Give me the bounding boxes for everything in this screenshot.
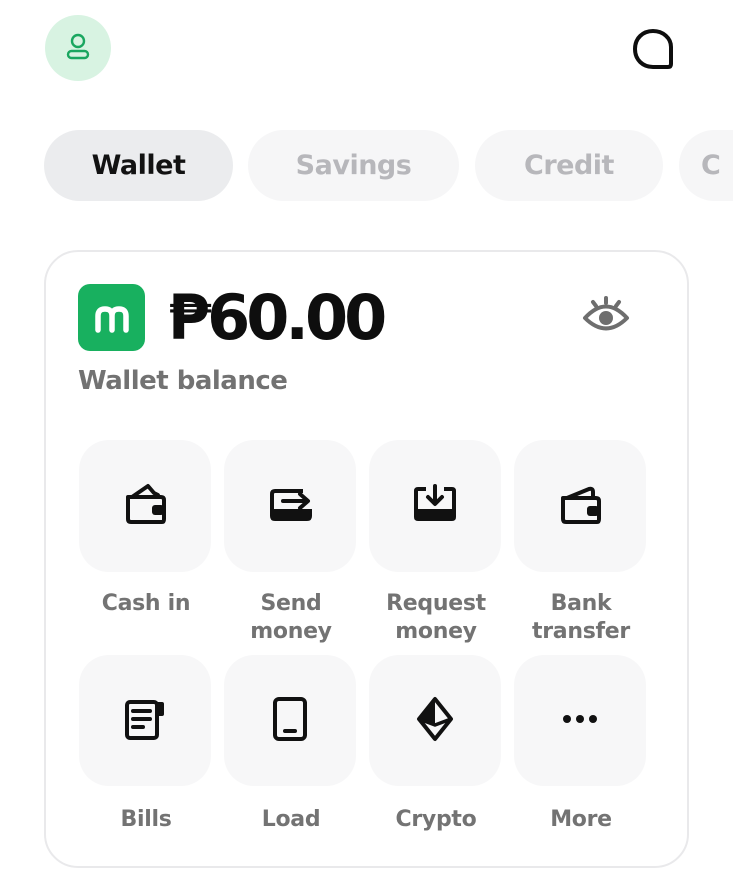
- action-tile: [514, 655, 646, 786]
- wallet-screen: Wallet Savings Credit C ₱60.00 Wallet ba: [0, 0, 733, 882]
- more-button[interactable]: More: [514, 655, 648, 834]
- user-icon: [63, 31, 93, 65]
- chat-button[interactable]: [626, 26, 680, 76]
- send-money-icon: [267, 481, 313, 531]
- load-button[interactable]: Load: [224, 655, 358, 834]
- action-label: More: [550, 807, 612, 832]
- action-label: Send money: [250, 591, 332, 644]
- chat-bubble-icon: [631, 27, 675, 75]
- action-tile: [79, 440, 211, 572]
- action-label: Load: [261, 807, 321, 832]
- wallet-balance-amount: ₱60.00: [168, 281, 387, 354]
- tab-credit[interactable]: Credit: [475, 130, 663, 201]
- mobile-load-icon: [267, 696, 313, 746]
- wallet-cash-in-icon: [122, 481, 168, 531]
- tab-partially-hidden[interactable]: C: [679, 130, 733, 201]
- maya-logo-mark: [94, 305, 129, 333]
- account-tabs: Wallet Savings Credit C: [0, 130, 733, 202]
- action-label: Cash in: [101, 591, 191, 616]
- toggle-balance-visibility-button[interactable]: [580, 294, 632, 342]
- bank-transfer-button[interactable]: Bank transfer: [514, 440, 648, 646]
- eye-icon: [581, 295, 631, 341]
- bank-transfer-icon: [557, 481, 603, 531]
- bills-button[interactable]: Bills: [79, 655, 213, 834]
- action-label: Bank transfer: [532, 591, 630, 644]
- crypto-icon: [412, 696, 458, 746]
- crypto-button[interactable]: Crypto: [369, 655, 503, 834]
- action-tile: [369, 440, 501, 572]
- send-money-button[interactable]: Send money: [224, 440, 358, 646]
- cash-in-button[interactable]: Cash in: [79, 440, 213, 618]
- action-label: Crypto: [395, 807, 477, 832]
- more-icon: [557, 696, 603, 746]
- bills-icon: [122, 696, 168, 746]
- tab-wallet[interactable]: Wallet: [44, 130, 233, 201]
- request-money-icon: [412, 481, 458, 531]
- action-tile: [369, 655, 501, 786]
- action-tile: [224, 440, 356, 572]
- action-tile: [514, 440, 646, 572]
- action-label: Request money: [386, 591, 486, 644]
- tab-savings[interactable]: Savings: [248, 130, 459, 201]
- action-tile: [79, 655, 211, 786]
- wallet-card: ₱60.00 Wallet balance Cash in Send money…: [44, 250, 689, 868]
- action-label: Bills: [120, 807, 172, 832]
- wallet-balance-label: Wallet balance: [78, 366, 288, 396]
- action-tile: [224, 655, 356, 786]
- profile-avatar-button[interactable]: [45, 15, 111, 81]
- maya-logo: [78, 284, 145, 351]
- request-money-button[interactable]: Request money: [369, 440, 503, 646]
